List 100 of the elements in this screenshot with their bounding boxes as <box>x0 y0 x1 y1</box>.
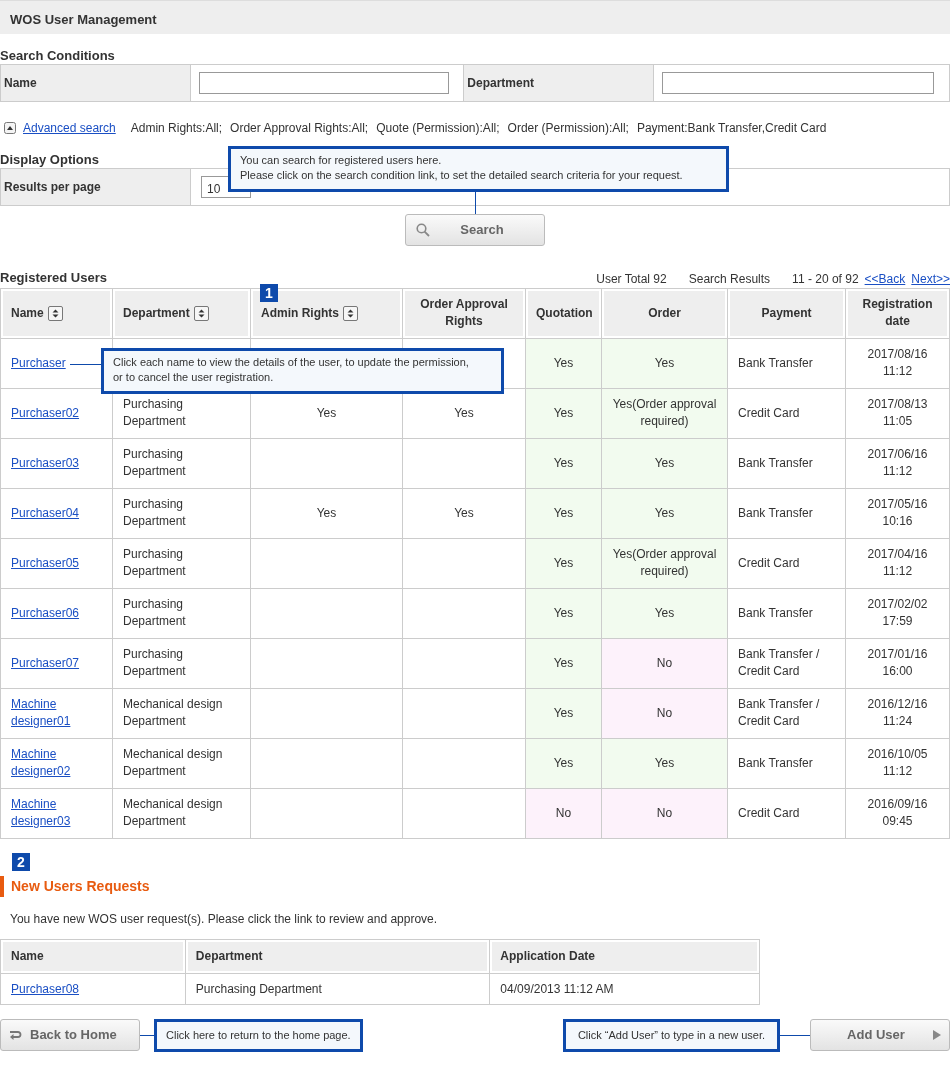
table-cell: 2017/01/16 16:00 <box>845 638 950 688</box>
column-header: Department <box>185 939 490 973</box>
table-cell: 2016/09/16 09:45 <box>845 788 950 838</box>
table-cell: Credit Card <box>727 388 846 438</box>
table-cell: Yes <box>525 688 602 738</box>
user-name-link[interactable]: Purchaser <box>11 354 66 372</box>
table-cell: Yes <box>525 338 602 388</box>
input-field[interactable] <box>662 72 935 94</box>
table-cell: 2017/08/13 11:05 <box>845 388 950 438</box>
table-cell: 2017/04/16 11:12 <box>845 538 950 588</box>
return-arrow-icon <box>9 1029 22 1041</box>
collapse-toggle-icon[interactable] <box>4 122 16 134</box>
search-button[interactable]: Search <box>405 214 545 246</box>
table-cell: Bank Transfer <box>727 738 846 788</box>
user-total-text: User Total 92 <box>596 271 667 286</box>
section-heading: Search Conditions <box>0 48 115 64</box>
table-cell: Bank Transfer <box>727 338 846 388</box>
description-text: You have new WOS user request(s). Please click the link to review and approve. <box>10 910 439 928</box>
sort-icon[interactable] <box>193 305 209 321</box>
table-cell: Credit Card <box>727 788 846 838</box>
table-cell: 2017/02/02 17:59 <box>845 588 950 638</box>
filter-criterion: Admin Rights:All; <box>130 120 223 137</box>
table-cell: Yes <box>525 738 602 788</box>
table-cell: 04/09/2013 11:12 AM <box>489 973 760 1004</box>
filter-criterion: Quote (Permission):All; <box>376 120 500 137</box>
section-heading: Display Options <box>0 152 99 168</box>
callout-note: Click “Add User” to type in a new user. <box>562 1018 780 1052</box>
search-icon <box>416 223 430 237</box>
advanced-search-link[interactable]: Advanced search <box>23 119 116 137</box>
table-cell: Yes <box>601 438 728 488</box>
table-cell: No <box>601 788 728 838</box>
column-header: Order <box>648 305 681 320</box>
field-label: Department <box>463 64 654 102</box>
table-cell: No <box>601 638 728 688</box>
next-page-link[interactable]: Next>> <box>911 271 950 286</box>
table-cell: Mechanical design Department <box>112 738 251 788</box>
play-arrow-icon <box>933 1030 941 1040</box>
table-cell: 2017/08/16 11:12 <box>845 338 950 388</box>
table-cell: No <box>525 788 602 838</box>
table-cell: Purchasing Department <box>112 438 251 488</box>
table-cell: Purchasing Department <box>112 488 251 538</box>
add-user-button[interactable]: Add User <box>810 1019 950 1051</box>
section-heading: New Users Requests <box>0 875 950 897</box>
callout-note: Click here to return to the home page. <box>154 1018 363 1052</box>
column-header: Name <box>11 305 44 320</box>
table-cell: Bank Transfer <box>727 588 846 638</box>
column-header: Quotation <box>536 305 593 320</box>
sort-icon[interactable] <box>47 305 63 321</box>
step-marker: 2 <box>12 852 30 871</box>
table-cell: Purchasing Department <box>112 588 251 638</box>
table-cell: Credit Card <box>727 538 846 588</box>
table-cell: Yes <box>525 538 602 588</box>
table-cell: Mechanical design Department <box>112 788 251 838</box>
column-header: Name <box>0 939 186 973</box>
table-cell: Bank Transfer / Credit Card <box>727 638 846 688</box>
table-cell: Yes <box>601 588 728 638</box>
table-cell: No <box>601 688 728 738</box>
input-field[interactable] <box>199 72 449 94</box>
field-label: Name <box>0 64 191 102</box>
results-label: Search Results <box>688 271 771 286</box>
column-header: Registration date <box>862 297 933 328</box>
table-cell: 2016/12/16 11:24 <box>845 688 950 738</box>
table-cell: Yes <box>601 338 728 388</box>
table-cell: Yes <box>525 488 602 538</box>
user-name-link[interactable]: Purchaser08 <box>11 981 80 996</box>
name-help-tooltip: Click each name to view the details of the user, to update the permission, or to cancel the user registration. <box>101 348 504 394</box>
section-heading: Registered Users <box>0 269 107 287</box>
field-label: Results per page <box>0 168 191 206</box>
table-cell: Yes(Order approval required) <box>601 538 728 588</box>
table-cell: Yes <box>601 488 728 538</box>
table-cell: Yes <box>525 438 602 488</box>
table-cell: Yes <box>525 388 602 438</box>
column-header: Payment <box>761 305 812 320</box>
step-marker: 1 <box>260 284 278 302</box>
filter-criterion: Payment:Bank Transfer,Credit Card <box>636 120 827 137</box>
back-to-home-button[interactable]: Back to Home <box>0 1019 140 1051</box>
table-cell: Yes <box>250 488 403 538</box>
column-header: Application Date <box>489 939 760 973</box>
sort-icon[interactable] <box>343 305 358 321</box>
column-header: Department <box>123 305 190 320</box>
search-help-tooltip: You can search for registered users here. Please click on the search condition link, to set the detailed search criteria for your request. <box>228 146 729 192</box>
table-cell: Yes <box>601 738 728 788</box>
column-header: Admin Rights <box>261 305 339 320</box>
page-title: WOS User Management <box>0 0 950 34</box>
filter-criterion: Order Approval Rights:All; <box>230 120 369 137</box>
table-cell: Bank Transfer <box>727 438 846 488</box>
table-cell: Mechanical design Department <box>112 688 251 738</box>
table-cell: Yes <box>525 638 602 688</box>
table-cell: Bank Transfer <box>727 488 846 538</box>
table-cell: 2017/06/16 11:12 <box>845 438 950 488</box>
table-cell: Yes(Order approval required) <box>601 388 728 438</box>
table-cell: Yes <box>402 488 526 538</box>
table-cell: Bank Transfer / Credit Card <box>727 688 846 738</box>
previous-page-link[interactable]: <<Back <box>864 271 906 286</box>
table-cell: Yes <box>525 588 602 638</box>
table-cell: 2017/05/16 10:16 <box>845 488 950 538</box>
table-cell: 2016/10/05 11:12 <box>845 738 950 788</box>
results-range: 11 - 20 of 92 <box>792 271 859 286</box>
column-header: Order Approval Rights <box>420 297 508 328</box>
table-cell: Purchasing Department <box>185 973 490 1004</box>
